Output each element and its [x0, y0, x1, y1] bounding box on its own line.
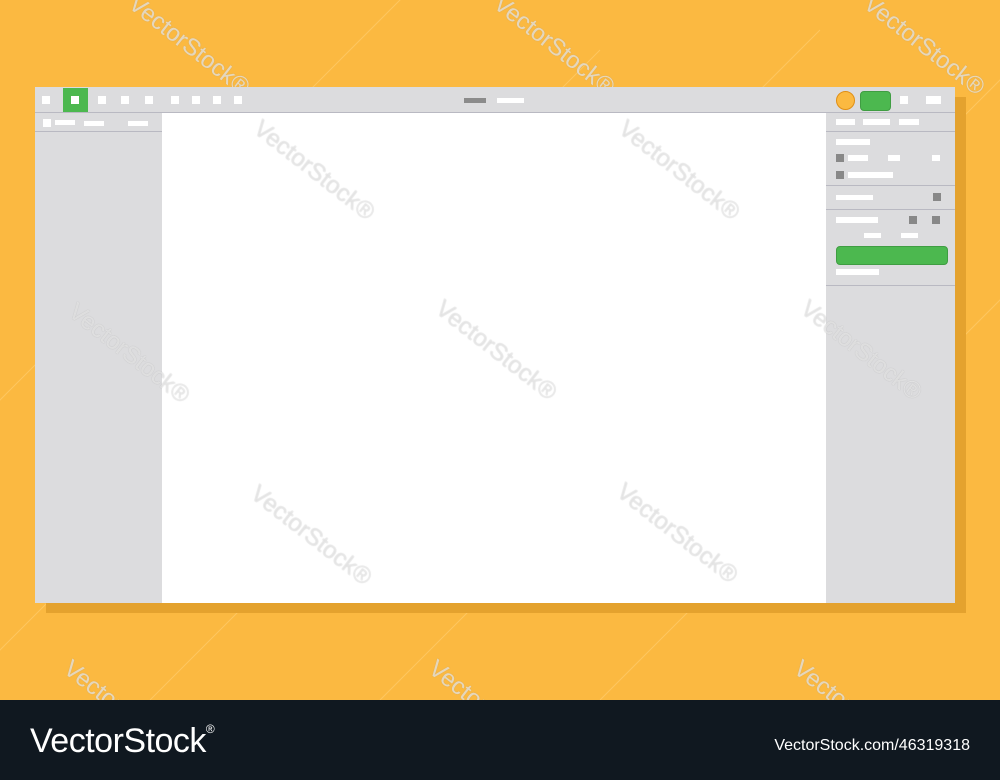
toolbar	[35, 87, 955, 113]
layers-panel-header	[35, 113, 162, 132]
property-value[interactable]	[848, 155, 868, 161]
square-tool-icon[interactable]	[42, 96, 50, 104]
property-icon[interactable]	[836, 171, 844, 179]
divider	[826, 209, 955, 210]
square-icon[interactable]	[900, 96, 908, 104]
property-value[interactable]	[864, 233, 881, 238]
option-icon[interactable]	[909, 216, 917, 224]
tab-pages[interactable]	[128, 121, 148, 126]
menu-icon[interactable]	[926, 96, 941, 104]
tab-assets[interactable]	[84, 121, 104, 126]
document-title-icon	[464, 98, 486, 103]
avatar[interactable]	[836, 91, 855, 110]
tab-prototype[interactable]	[863, 119, 890, 125]
property-value[interactable]	[932, 155, 940, 161]
document-title[interactable]	[497, 98, 524, 103]
option-icon[interactable]	[932, 216, 940, 224]
square-tool-icon[interactable]	[121, 96, 129, 104]
primary-button[interactable]	[836, 246, 948, 265]
property-value[interactable]	[848, 172, 893, 178]
property-value[interactable]	[888, 155, 900, 161]
share-button[interactable]	[860, 91, 891, 111]
section-title	[836, 195, 873, 200]
property-icon[interactable]	[836, 154, 844, 162]
square-tool-icon[interactable]	[145, 96, 153, 104]
add-icon[interactable]	[933, 193, 941, 201]
divider	[826, 185, 955, 186]
footer-bar: VectorStock® VectorStock.com/46319318	[0, 700, 1000, 780]
brand-logo: VectorStock®	[30, 722, 215, 760]
square-tool-icon[interactable]	[98, 96, 106, 104]
property-value[interactable]	[901, 233, 918, 238]
square-tool-icon[interactable]	[213, 96, 221, 104]
tab-inspect[interactable]	[899, 119, 919, 125]
divider	[826, 285, 955, 286]
section-title	[836, 139, 870, 145]
tab-design[interactable]	[836, 119, 855, 125]
active-tool-button[interactable]	[63, 88, 88, 112]
field-label	[836, 269, 879, 275]
active-tool-icon	[71, 96, 79, 104]
square-tool-icon[interactable]	[192, 96, 200, 104]
stock-id: VectorStock.com/46319318	[774, 737, 970, 754]
divider	[826, 131, 955, 132]
square-tool-icon[interactable]	[234, 96, 242, 104]
square-tool-icon[interactable]	[171, 96, 179, 104]
section-title	[836, 217, 878, 223]
tab-layers[interactable]	[55, 120, 75, 125]
panel-icon[interactable]	[43, 119, 51, 127]
